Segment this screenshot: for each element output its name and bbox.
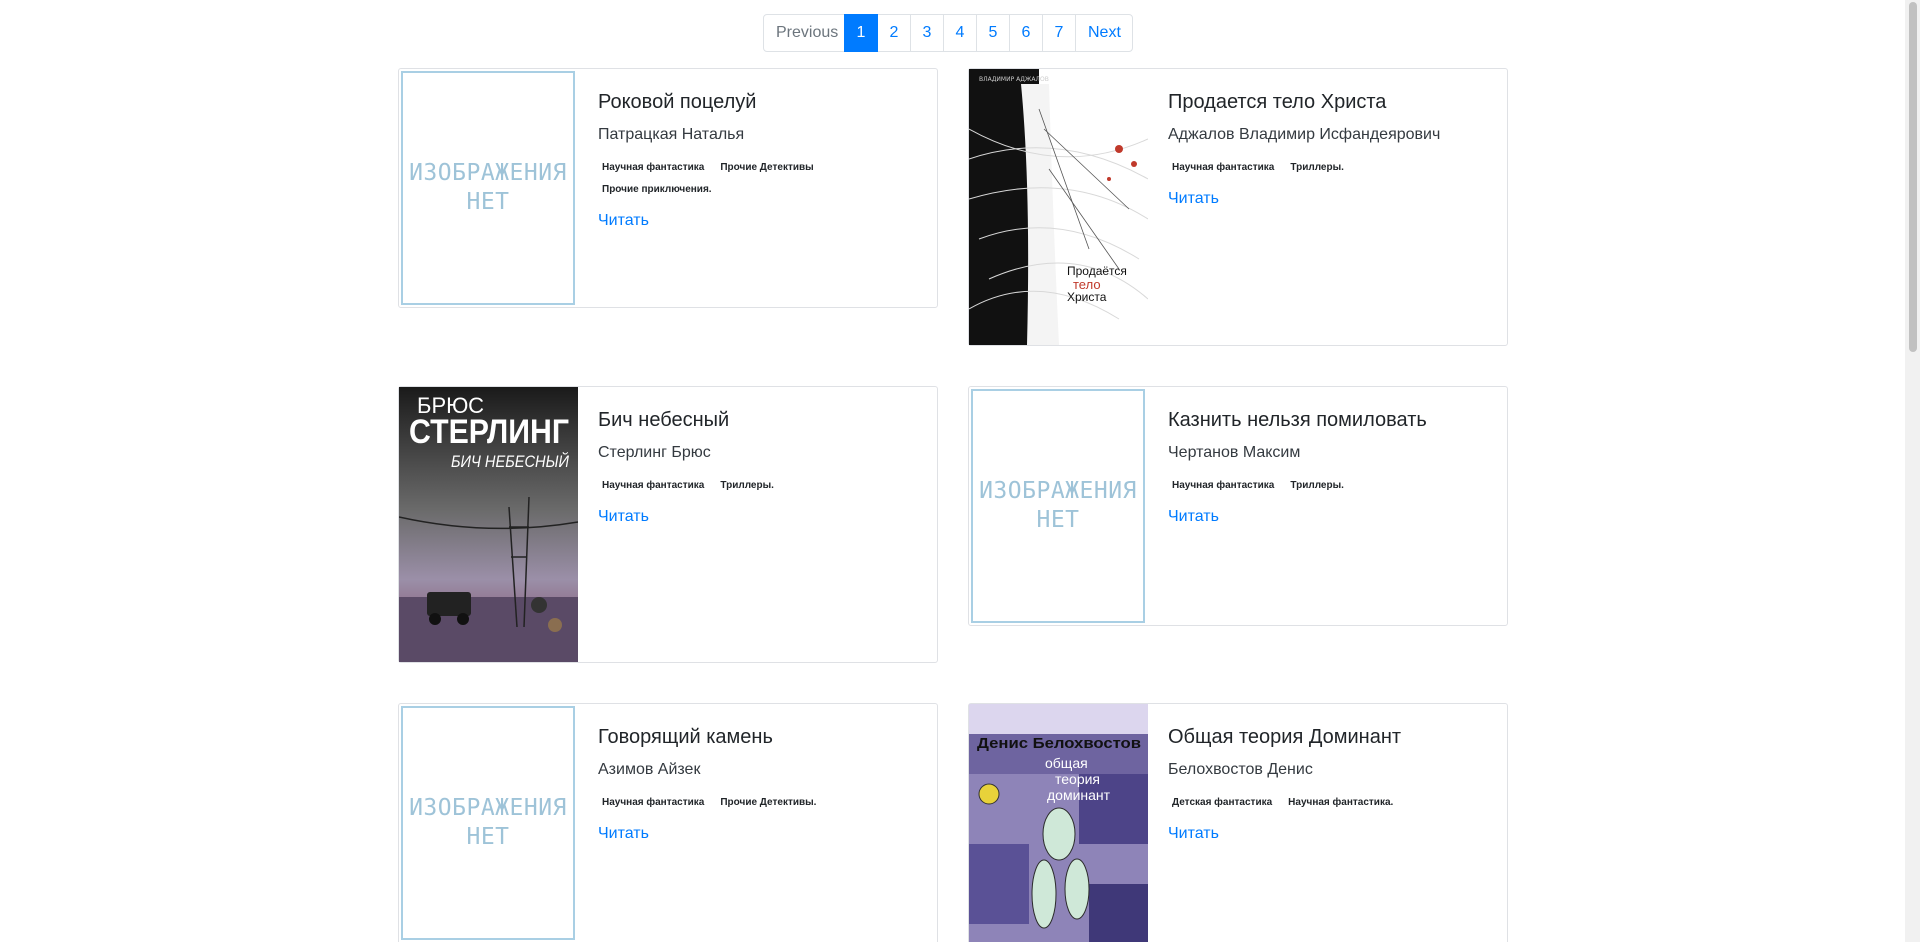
book-author: Аджалов Владимир Исфандеярович	[1168, 126, 1441, 143]
cover-title-text: Христа	[1067, 290, 1107, 304]
book-card: БРЮС СТЕРЛИНГ БИЧ НЕБЕСНЫЙ Бич небесный …	[398, 386, 938, 663]
genre-tags: Научная фантастика Триллеры.	[1168, 478, 1495, 494]
pagination: Previous 1 2 3 4 5 6 7 Next	[763, 14, 1133, 52]
previous-page-button[interactable]: Previous	[763, 14, 845, 52]
book-author: Стерлинг Брюс	[598, 444, 711, 461]
book-cover-image: Денис Белохвостов общая теория доминант	[969, 704, 1148, 942]
genre-tags: Научная фантастика Триллеры.	[598, 478, 925, 494]
cover-author-text: СТЕРЛИНГ	[409, 413, 569, 451]
genre-tags: Научная фантастика Прочие Детективы Проч…	[598, 160, 925, 198]
book-author: Азимов Айзек	[598, 761, 701, 778]
book-card: ИЗОБРАЖЕНИЯ НЕТ Роковой поцелуй Патрацкая…	[398, 68, 938, 308]
no-image-placeholder: ИЗОБРАЖЕНИЯ НЕТ	[401, 71, 575, 305]
genre-tag[interactable]: Детская фантастика	[1168, 795, 1276, 811]
cover-author-text: Денис Белохвостов	[977, 735, 1141, 752]
genre-tag[interactable]: Научная фантастика	[1168, 478, 1278, 494]
placeholder-text: ИЗОБРАЖЕНИЯ	[979, 478, 1137, 504]
cover-title-text: БИЧ НЕБЕСНЫЙ	[451, 451, 570, 471]
book-title: Бич небесный	[598, 409, 730, 431]
vertical-scrollbar[interactable]	[1905, 0, 1920, 942]
book-cover-image: ВЛАДИМИР АДЖАЛОВ Продаётся тело Христа	[969, 69, 1148, 345]
page-7-button[interactable]: 7	[1042, 14, 1076, 52]
cover-title-text: доминант	[1047, 787, 1111, 803]
cover-title-text: Продаётся	[1067, 264, 1127, 278]
cover-title-text: теория	[1055, 771, 1100, 787]
genre-tags: Научная фантастика Триллеры.	[1168, 160, 1495, 176]
read-link[interactable]: Читать	[1168, 508, 1219, 526]
page-1-button[interactable]: 1	[844, 14, 878, 52]
read-link[interactable]: Читать	[598, 212, 649, 230]
page-6-button[interactable]: 6	[1009, 14, 1043, 52]
genre-tag[interactable]: Научная фантастика	[598, 160, 708, 176]
placeholder-text: НЕТ	[1036, 507, 1080, 533]
book-card: Денис Белохвостов общая теория доминант …	[968, 703, 1508, 942]
book-author: Чертанов Максим	[1168, 444, 1301, 461]
scrollbar-thumb[interactable]	[1909, 2, 1917, 352]
placeholder-text: НЕТ	[466, 824, 510, 850]
genre-tag[interactable]: Прочие приключения.	[598, 182, 716, 198]
genre-tag[interactable]: Научная фантастика.	[1284, 795, 1397, 811]
genre-tag[interactable]: Прочие Детективы.	[716, 795, 820, 811]
genre-tags: Детская фантастика Научная фантастика.	[1168, 795, 1495, 811]
genre-tags: Научная фантастика Прочие Детективы.	[598, 795, 925, 811]
book-author: Белохвостов Денис	[1168, 761, 1313, 778]
cover-author-text: ВЛАДИМИР АДЖАЛОВ	[979, 76, 1049, 83]
page-3-button[interactable]: 3	[910, 14, 944, 52]
page: Previous 1 2 3 4 5 6 7 Next ИЗОБРАЖЕНИЯ Н…	[0, 0, 1905, 942]
book-card: ВЛАДИМИР АДЖАЛОВ Продаётся тело Христа П…	[968, 68, 1508, 346]
genre-tag[interactable]: Научная фантастика	[1168, 160, 1278, 176]
placeholder-text: ИЗОБРАЖЕНИЯ	[409, 160, 567, 186]
placeholder-text: ИЗОБРАЖЕНИЯ	[409, 795, 567, 821]
book-author: Патрацкая Наталья	[598, 126, 745, 143]
placeholder-text: НЕТ	[466, 189, 510, 215]
genre-tag[interactable]: Научная фантастика	[598, 478, 708, 494]
next-page-button[interactable]: Next	[1075, 14, 1133, 52]
read-link[interactable]: Читать	[1168, 190, 1219, 208]
page-4-button[interactable]: 4	[943, 14, 977, 52]
book-cover-image: БРЮС СТЕРЛИНГ БИЧ НЕБЕСНЫЙ	[399, 387, 578, 662]
read-link[interactable]: Читать	[1168, 825, 1219, 843]
book-title: Казнить нельзя помиловать	[1168, 409, 1427, 431]
genre-tag[interactable]: Научная фантастика	[598, 795, 708, 811]
genre-tag[interactable]: Прочие Детективы	[716, 160, 817, 176]
book-card: ИЗОБРАЖЕНИЯ НЕТ Казнить нельзя помиловать…	[968, 386, 1508, 626]
book-title: Продается тело Христа	[1168, 91, 1387, 113]
book-title: Говорящий камень	[598, 726, 773, 748]
read-link[interactable]: Читать	[598, 508, 649, 526]
book-card: ИЗОБРАЖЕНИЯ НЕТ Говорящий камень Азимов А…	[398, 703, 938, 942]
genre-tag[interactable]: Триллеры.	[1286, 160, 1348, 176]
read-link[interactable]: Читать	[598, 825, 649, 843]
cover-title-text: общая	[1045, 755, 1088, 771]
genre-tag[interactable]: Триллеры.	[1286, 478, 1348, 494]
page-2-button[interactable]: 2	[877, 14, 911, 52]
page-5-button[interactable]: 5	[976, 14, 1010, 52]
genre-tag[interactable]: Триллеры.	[716, 478, 778, 494]
no-image-placeholder: ИЗОБРАЖЕНИЯ НЕТ	[401, 706, 575, 940]
book-title: Роковой поцелуй	[598, 91, 757, 113]
book-title: Общая теория Доминант	[1168, 726, 1402, 748]
no-image-placeholder: ИЗОБРАЖЕНИЯ НЕТ	[971, 389, 1145, 623]
